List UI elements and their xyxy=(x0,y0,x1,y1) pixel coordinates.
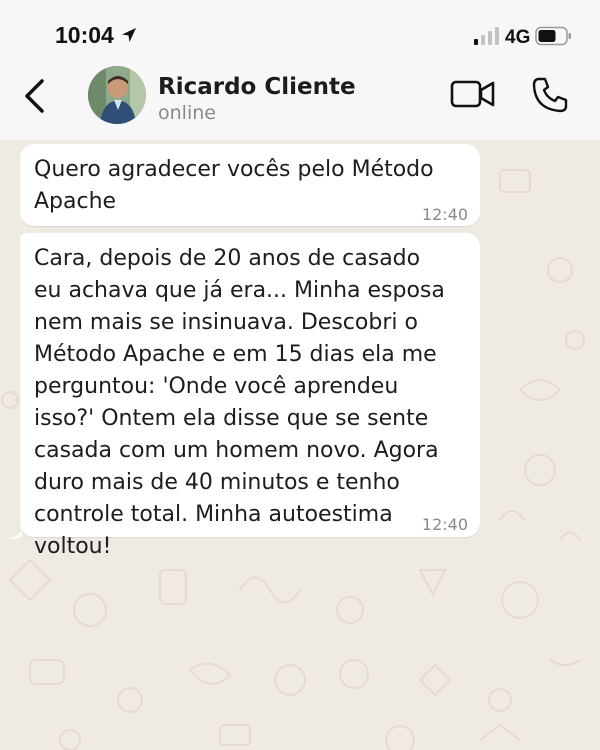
status-time: 10:04 xyxy=(55,22,114,48)
contact-status: online xyxy=(158,102,216,124)
phone-call-icon[interactable] xyxy=(531,76,569,118)
chat-header: Ricardo Cliente online xyxy=(0,64,600,140)
signal-bars-icon xyxy=(474,27,502,49)
contact-name[interactable]: Ricardo Cliente xyxy=(158,74,356,100)
message-timestamp: 12:40 xyxy=(421,515,468,534)
chat-area[interactable]: Quero agradecer vocês pelo Método Apache… xyxy=(0,140,600,750)
status-bar: 10:04 4G xyxy=(0,0,600,64)
bubble-tail xyxy=(8,530,22,539)
message-text: Cara, depois de 20 anos de casado eu ach… xyxy=(34,246,445,559)
contact-avatar[interactable] xyxy=(88,66,146,124)
message-timestamp: 12:40 xyxy=(421,205,468,224)
location-arrow-icon xyxy=(120,26,138,48)
message-bubble[interactable]: Quero agradecer vocês pelo Método Apache… xyxy=(20,144,480,226)
battery-icon xyxy=(535,26,573,50)
message-bubble[interactable]: Cara, depois de 20 anos de casado eu ach… xyxy=(20,233,480,559)
back-arrow-icon[interactable] xyxy=(22,78,48,118)
network-type: 4G xyxy=(505,27,531,48)
video-call-icon[interactable] xyxy=(450,78,496,114)
message-text: Quero agradecer vocês pelo Método Apache xyxy=(34,157,434,214)
